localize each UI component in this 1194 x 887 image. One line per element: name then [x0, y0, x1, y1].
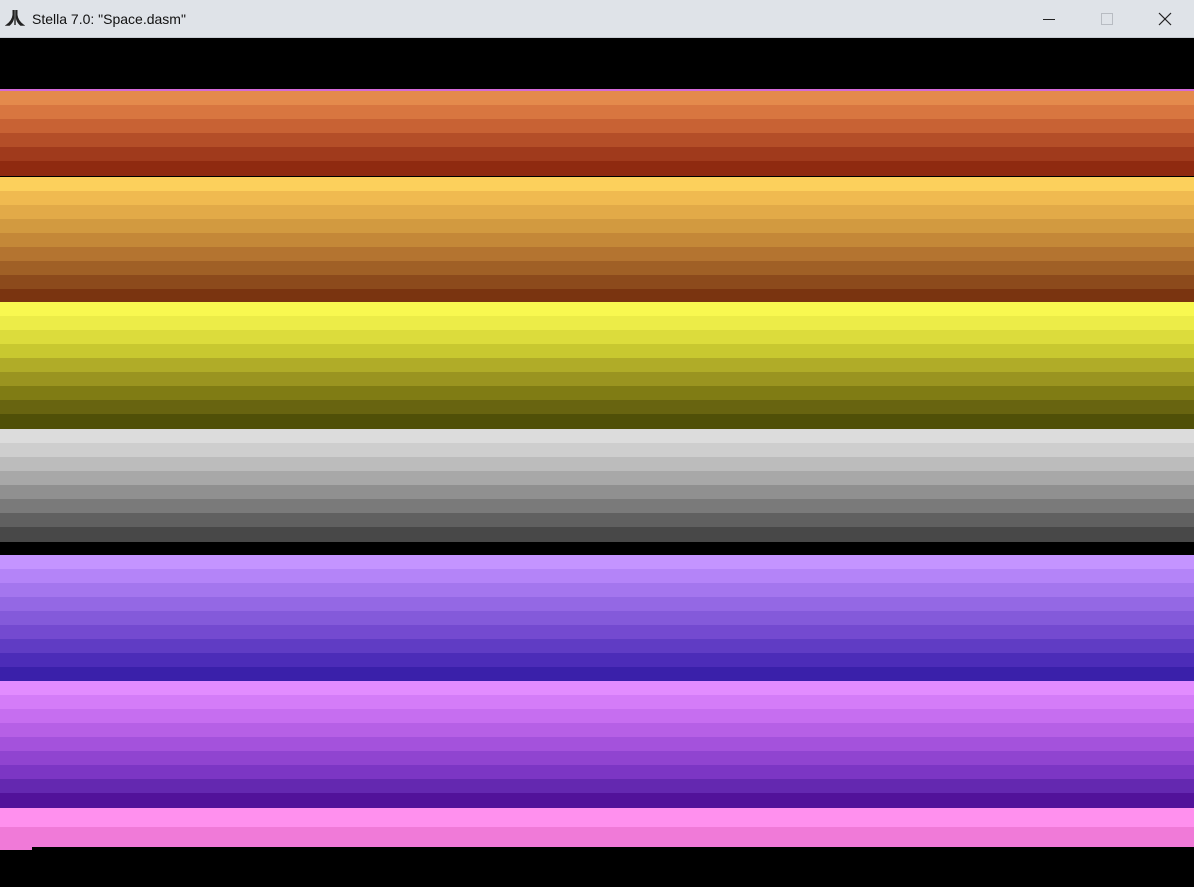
color-stripe-violet-6 [0, 639, 1194, 654]
window-controls [1020, 0, 1194, 38]
color-stripe-magenta-8 [0, 793, 1194, 808]
close-icon [1158, 12, 1172, 26]
color-stripe-amber-4 [0, 233, 1194, 248]
color-stripe-yellow-1 [0, 316, 1194, 331]
close-button[interactable] [1136, 0, 1194, 38]
color-stripe-magenta-0 [0, 681, 1194, 696]
color-stripe-orange-red-2 [0, 119, 1194, 134]
color-stripe-gray-4 [0, 485, 1194, 500]
minimize-button[interactable] [1020, 0, 1078, 38]
minimize-icon [1043, 13, 1055, 25]
color-stripe-violet-2 [0, 583, 1194, 598]
color-stripe-orange-red-4 [0, 147, 1194, 162]
color-stripe-amber-2 [0, 205, 1194, 220]
emulator-screen[interactable] [0, 38, 1194, 887]
color-stripe-amber-1 [0, 191, 1194, 206]
color-stripe-gray-1 [0, 443, 1194, 458]
color-stripe-magenta-3 [0, 723, 1194, 738]
maximize-button[interactable] [1078, 0, 1136, 38]
color-stripe-amber-7 [0, 275, 1194, 290]
color-stripe-violet-8 [0, 667, 1194, 682]
color-stripe-yellow-2 [0, 330, 1194, 345]
color-stripe-violet-3 [0, 597, 1194, 612]
color-stripe-amber-0 [0, 177, 1194, 192]
color-stripe-gray-2 [0, 457, 1194, 472]
color-stripe-gray-7 [0, 527, 1194, 542]
color-stripe-magenta-5 [0, 751, 1194, 766]
color-stripe-magenta-4 [0, 737, 1194, 752]
color-stripe-orange-red-0 [0, 91, 1194, 106]
color-stripe-orange-red-5 [0, 161, 1194, 176]
color-stripe-violet-0 [0, 555, 1194, 570]
window-title: Stella 7.0: "Space.dasm" [32, 11, 186, 27]
color-stripe-gray-6 [0, 513, 1194, 528]
maximize-icon [1101, 13, 1113, 25]
stella-window: Stella 7.0: "Space.dasm" [0, 0, 1194, 887]
color-stripe-amber-6 [0, 261, 1194, 276]
color-stripe-gray-0 [0, 429, 1194, 444]
color-stripe-yellow-8 [0, 414, 1194, 429]
color-stripe-yellow-7 [0, 400, 1194, 415]
color-stripe-violet-1 [0, 569, 1194, 584]
color-stripe-amber-5 [0, 247, 1194, 262]
color-stripe-orange-red-1 [0, 105, 1194, 120]
color-stripe-yellow-0 [0, 302, 1194, 317]
color-stripe-pink-1 [0, 827, 1194, 847]
color-stripe-gray-3 [0, 471, 1194, 486]
color-stripe-yellow-3 [0, 344, 1194, 359]
atari-logo-icon [4, 9, 26, 27]
color-stripe-yellow-6 [0, 386, 1194, 401]
scanline-artifact [0, 846, 32, 850]
color-stripe-magenta-6 [0, 765, 1194, 780]
color-stripe-orange-red-3 [0, 133, 1194, 148]
color-stripe-magenta-7 [0, 779, 1194, 794]
color-stripe-violet-7 [0, 653, 1194, 668]
color-stripe-magenta-1 [0, 695, 1194, 710]
color-stripe-amber-3 [0, 219, 1194, 234]
color-stripe-pink-0 [0, 808, 1194, 828]
color-stripe-violet-5 [0, 625, 1194, 640]
title-bar[interactable]: Stella 7.0: "Space.dasm" [0, 0, 1194, 38]
color-stripe-yellow-5 [0, 372, 1194, 387]
color-stripe-magenta-2 [0, 709, 1194, 724]
color-stripe-violet-4 [0, 611, 1194, 626]
color-stripe-yellow-4 [0, 358, 1194, 373]
color-stripe-gray-5 [0, 499, 1194, 514]
